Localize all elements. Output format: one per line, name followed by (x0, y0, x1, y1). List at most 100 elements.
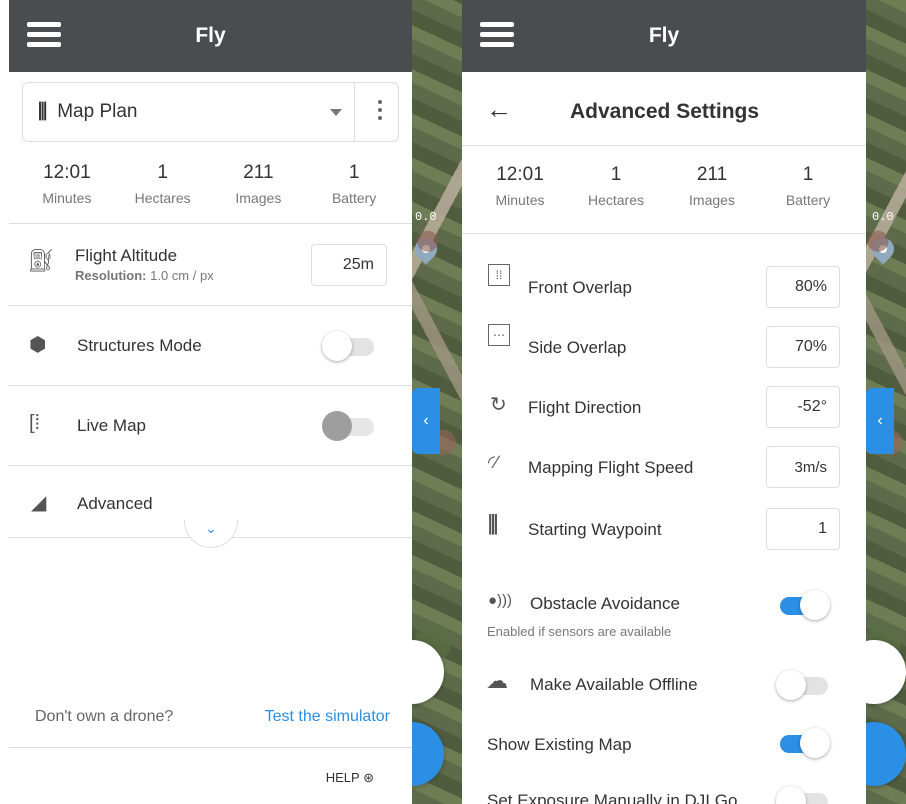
settings-header: ← Advanced Settings (462, 72, 866, 146)
stat-value: 1 (802, 164, 814, 185)
side-overlap-icon: ⋯ (488, 324, 510, 346)
front-overlap-input[interactable]: 80% (766, 266, 840, 308)
stat-value: 211 (243, 162, 274, 183)
fly-panel: Fly ⫼ Map Plan 12:01 Minutes 1 Hectares 21… (9, 0, 412, 804)
plan-type-selector[interactable]: ⫼ Map Plan (22, 82, 399, 142)
map-label: 0.0 (415, 210, 437, 224)
offline-row: ☁ Make Available Offline (462, 658, 866, 714)
map-label: 0.0 (872, 210, 894, 224)
side-overlap-input[interactable]: 70% (766, 326, 840, 368)
help-label: HELP (325, 770, 360, 785)
page-title: Fly (195, 24, 226, 47)
plan-type-label: Map Plan (57, 101, 138, 122)
structures-mode-label: Structures Mode (77, 336, 202, 355)
stat-minutes: 12:01 Minutes (19, 162, 115, 223)
lifebuoy-icon: ⊛ (363, 770, 374, 785)
top-bar: Fly (9, 0, 412, 72)
stat-value: 1 (610, 164, 622, 185)
obstacle-avoidance-toggle[interactable] (776, 590, 830, 620)
settings-title: Advanced Settings (570, 100, 760, 123)
collapse-panel-button[interactable]: ‹ (412, 388, 440, 454)
live-map-row: [⁞ Live Map (9, 386, 412, 466)
stat-minutes: 12:01 Minutes (472, 164, 568, 233)
front-overlap-label: Front Overlap (528, 278, 632, 297)
menu-icon[interactable] (27, 22, 61, 48)
settings-triangle-icon: ◢ (31, 492, 47, 514)
speedometer-icon: ◜∕ (488, 452, 498, 472)
live-map-toggle[interactable] (322, 411, 376, 441)
stat-label: Battery (785, 192, 831, 208)
resolution-value: 1.0 cm / px (150, 268, 214, 283)
flight-stats: 12:01 Minutes 1 Hectares 211 Images 1 Batter… (9, 142, 412, 224)
exposure-label: Set Exposure Manually in DJI Go (487, 791, 738, 804)
advanced-settings-panel: Fly ← Advanced Settings 12:01 Minutes 1 He… (462, 0, 866, 804)
test-simulator-link[interactable]: Test the simulator (265, 708, 390, 726)
flight-altitude-row: ⛽︎ Flight Altitude Resolution: 1.0 cm / … (9, 224, 412, 306)
collapse-panel-button[interactable]: ‹ (866, 388, 894, 454)
live-map-icon: [⁞ (29, 412, 41, 434)
map-plan-icon: ⫼ (38, 100, 48, 123)
more-options-icon[interactable] (378, 100, 382, 124)
expand-advanced-button[interactable]: ⌄ (184, 520, 238, 548)
stat-label: Images (689, 192, 735, 208)
stat-label: Minutes (42, 190, 92, 206)
page-title: Fly (648, 24, 680, 47)
stat-label: Hectares (134, 190, 191, 206)
cloud-download-icon: ☁ (486, 668, 508, 693)
rotate-icon: ↻ (490, 394, 507, 416)
help-link[interactable]: HELP ⊛ (326, 770, 374, 786)
side-overlap-row: ⋯ Side Overlap 70% (462, 318, 866, 378)
advanced-label: Advanced (77, 494, 153, 513)
offline-label: Make Available Offline (530, 675, 698, 694)
front-overlap-row: ⁞⁞ Front Overlap 80% (462, 258, 866, 318)
flight-direction-input[interactable]: -52° (766, 386, 840, 428)
flight-altitude-text: Flight Altitude Resolution: 1.0 cm / px (75, 246, 214, 283)
stat-label: Battery (331, 190, 377, 206)
obstacle-avoidance-hint: Enabled if sensors are available (487, 624, 672, 639)
stat-value: 1 (348, 162, 360, 183)
stat-images: 211 Images (211, 162, 307, 223)
stat-value: 12:01 (43, 162, 91, 183)
stat-images: 211 Images (664, 164, 760, 233)
stat-value: 211 (696, 164, 728, 185)
front-overlap-icon: ⁞⁞ (488, 264, 510, 286)
cube-icon: ⬢ (29, 334, 47, 356)
simulator-footer: Don't own a drone? Test the simulator (9, 688, 412, 748)
flight-direction-label: Flight Direction (528, 398, 642, 417)
flight-altitude-label: Flight Altitude (75, 246, 178, 265)
live-map-label: Live Map (77, 416, 146, 435)
structures-mode-toggle[interactable] (322, 331, 376, 361)
altitude-input[interactable]: 25m (311, 244, 387, 286)
flight-direction-row: ↻ Flight Direction -52° (462, 378, 866, 438)
starting-waypoint-input[interactable]: 1 (766, 508, 840, 550)
stat-hectares: 1 Hectares (115, 162, 211, 223)
mapping-speed-row: ◜∕ Mapping Flight Speed 3m/s (462, 438, 866, 498)
existing-map-label: Show Existing Map (487, 735, 632, 754)
waypoint-icon: ⫼ (488, 512, 499, 537)
resolution-text: Resolution: 1.0 cm / px (75, 268, 214, 283)
chevron-down-icon[interactable] (330, 109, 342, 116)
divider (354, 83, 355, 141)
back-arrow-icon[interactable]: ← (486, 94, 512, 125)
stat-value: 12:01 (496, 164, 544, 185)
map-pin-icon[interactable] (867, 233, 899, 265)
mapping-speed-input[interactable]: 3m/s (766, 446, 840, 488)
mapping-speed-label: Mapping Flight Speed (528, 458, 694, 477)
stat-battery: 1 Battery (306, 162, 402, 223)
stat-label: Minutes (495, 192, 545, 208)
sensor-icon: ●))) (488, 592, 513, 609)
no-drone-text: Don't own a drone? (35, 708, 174, 725)
existing-map-toggle[interactable] (776, 728, 830, 758)
stat-hectares: 1 Hectares (568, 164, 664, 233)
stat-battery: 1 Battery (760, 164, 856, 233)
menu-icon[interactable] (480, 22, 514, 48)
obstacle-avoidance-label: Obstacle Avoidance (530, 594, 680, 613)
starting-waypoint-label: Starting Waypoint (528, 520, 662, 539)
offline-toggle[interactable] (776, 670, 830, 700)
flight-stats: 12:01 Minutes 1 Hectares 211 Images 1 Batter… (462, 146, 866, 234)
structures-mode-row: ⬢ Structures Mode (9, 306, 412, 386)
plane-takeoff-icon: ⛽︎ (27, 248, 55, 273)
exposure-toggle[interactable] (776, 786, 830, 804)
starting-waypoint-row: ⫼ Starting Waypoint 1 (462, 498, 866, 560)
map-pin-icon[interactable] (412, 233, 442, 265)
